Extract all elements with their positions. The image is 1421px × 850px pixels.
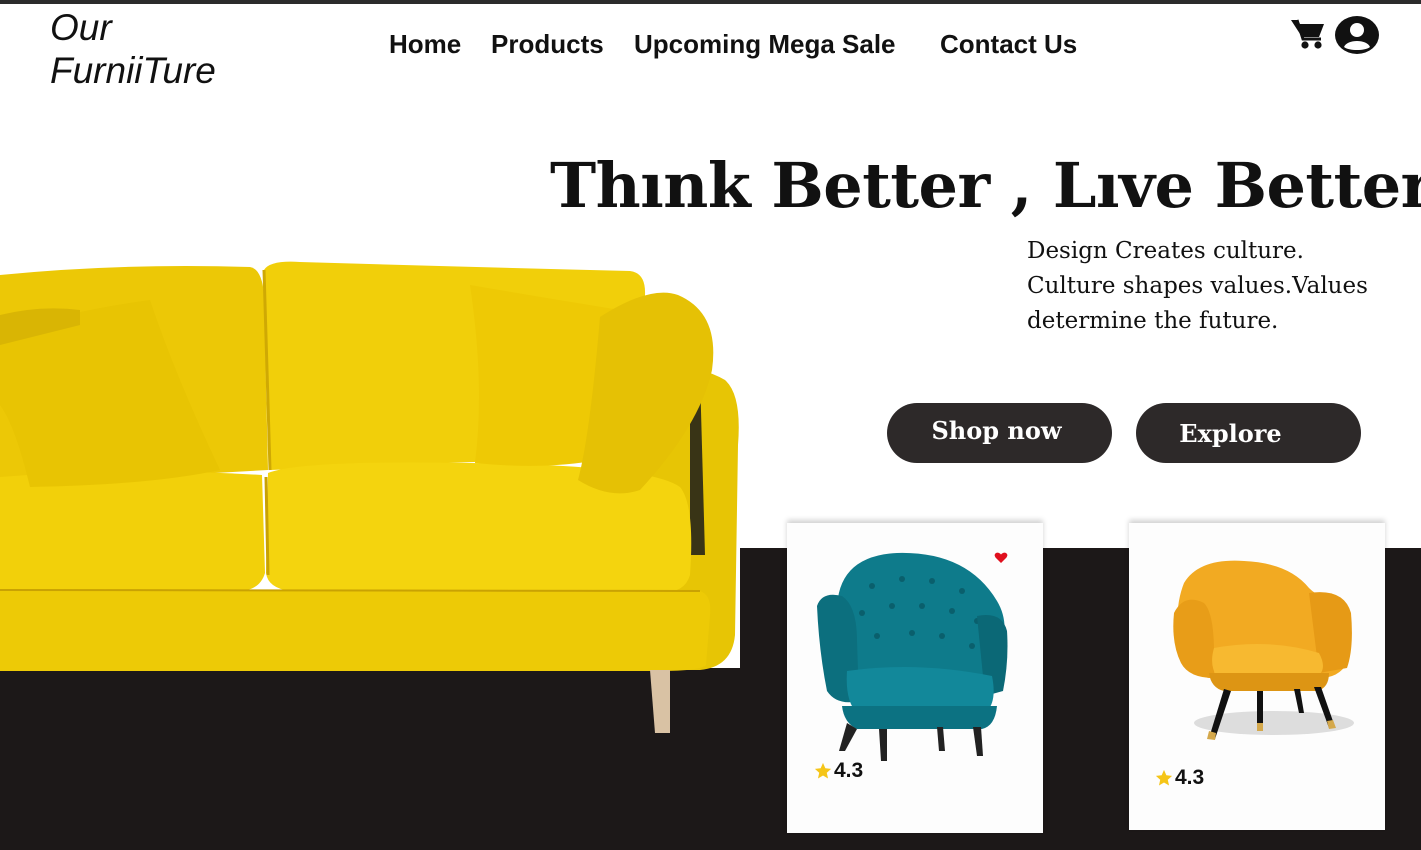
star-icon <box>814 762 832 779</box>
explore-label: Explore <box>1179 418 1282 448</box>
nav-products[interactable]: Products <box>491 26 604 62</box>
star-icon <box>1155 769 1173 786</box>
shop-now-label: Shop now <box>931 415 1062 445</box>
nav-home[interactable]: Home <box>389 26 461 62</box>
yellow-sofa-image <box>0 255 745 740</box>
product-card[interactable]: 4.3 <box>787 523 1043 833</box>
product-rating: 4.3 <box>814 759 863 783</box>
brand-logo[interactable]: Our FurniiTure <box>50 6 216 92</box>
rating-value: 4.3 <box>1175 766 1205 789</box>
yellow-armchair-image <box>1169 553 1359 753</box>
nav-upcoming-mega-sale[interactable]: Upcoming Mega Sale <box>634 26 896 62</box>
product-card[interactable]: 4.3 <box>1129 523 1385 830</box>
tagline-line-3: determine the future. <box>1027 308 1279 334</box>
favorite-heart-icon[interactable] <box>994 551 1008 563</box>
teal-armchair-image <box>817 551 1013 763</box>
nav-contact-us[interactable]: Contact Us <box>940 26 1077 62</box>
rating-value: 4.3 <box>834 759 864 782</box>
top-border <box>0 0 1421 4</box>
product-rating: 4.3 <box>1155 766 1204 790</box>
user-account-icon[interactable] <box>1334 15 1380 55</box>
logo-line-1: Our <box>50 7 112 48</box>
tagline-line-2: Culture shapes values.Values <box>1027 273 1368 299</box>
shop-now-button[interactable]: Shop now <box>887 403 1112 463</box>
cart-icon[interactable] <box>1290 17 1326 51</box>
logo-line-2: FurniiTure <box>50 50 216 91</box>
explore-button[interactable]: Explore <box>1136 403 1361 463</box>
hero-headline: Thınk Better , Lıve Better <box>550 149 1421 222</box>
tagline-line-1: Design Creates culture. <box>1027 238 1304 264</box>
hero-tagline: Design Creates culture. Culture shapes v… <box>1027 234 1417 339</box>
